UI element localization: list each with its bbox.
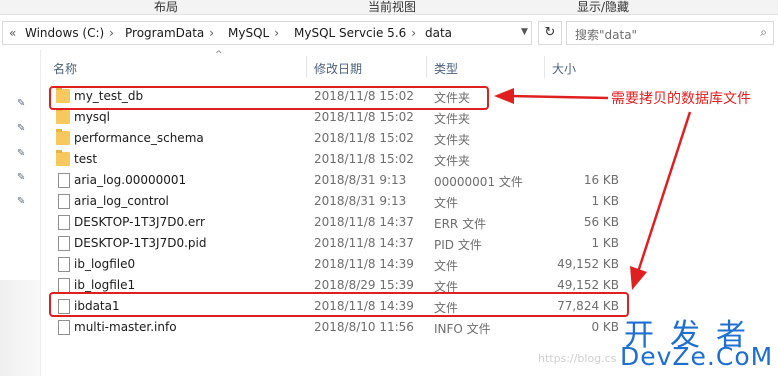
arrowhead [630, 266, 647, 290]
watermark-url: https://blog.cs [538, 352, 617, 365]
watermark: 开发者 DevZe.CoM [620, 310, 776, 372]
annotation-label: 需要拷贝的数据库文件 [611, 91, 751, 107]
arrow-to-ibdata [636, 111, 692, 273]
arrow-to-folder [509, 94, 609, 100]
arrowhead [494, 88, 514, 104]
watermark-line2: DevZe.CoM [620, 342, 774, 371]
